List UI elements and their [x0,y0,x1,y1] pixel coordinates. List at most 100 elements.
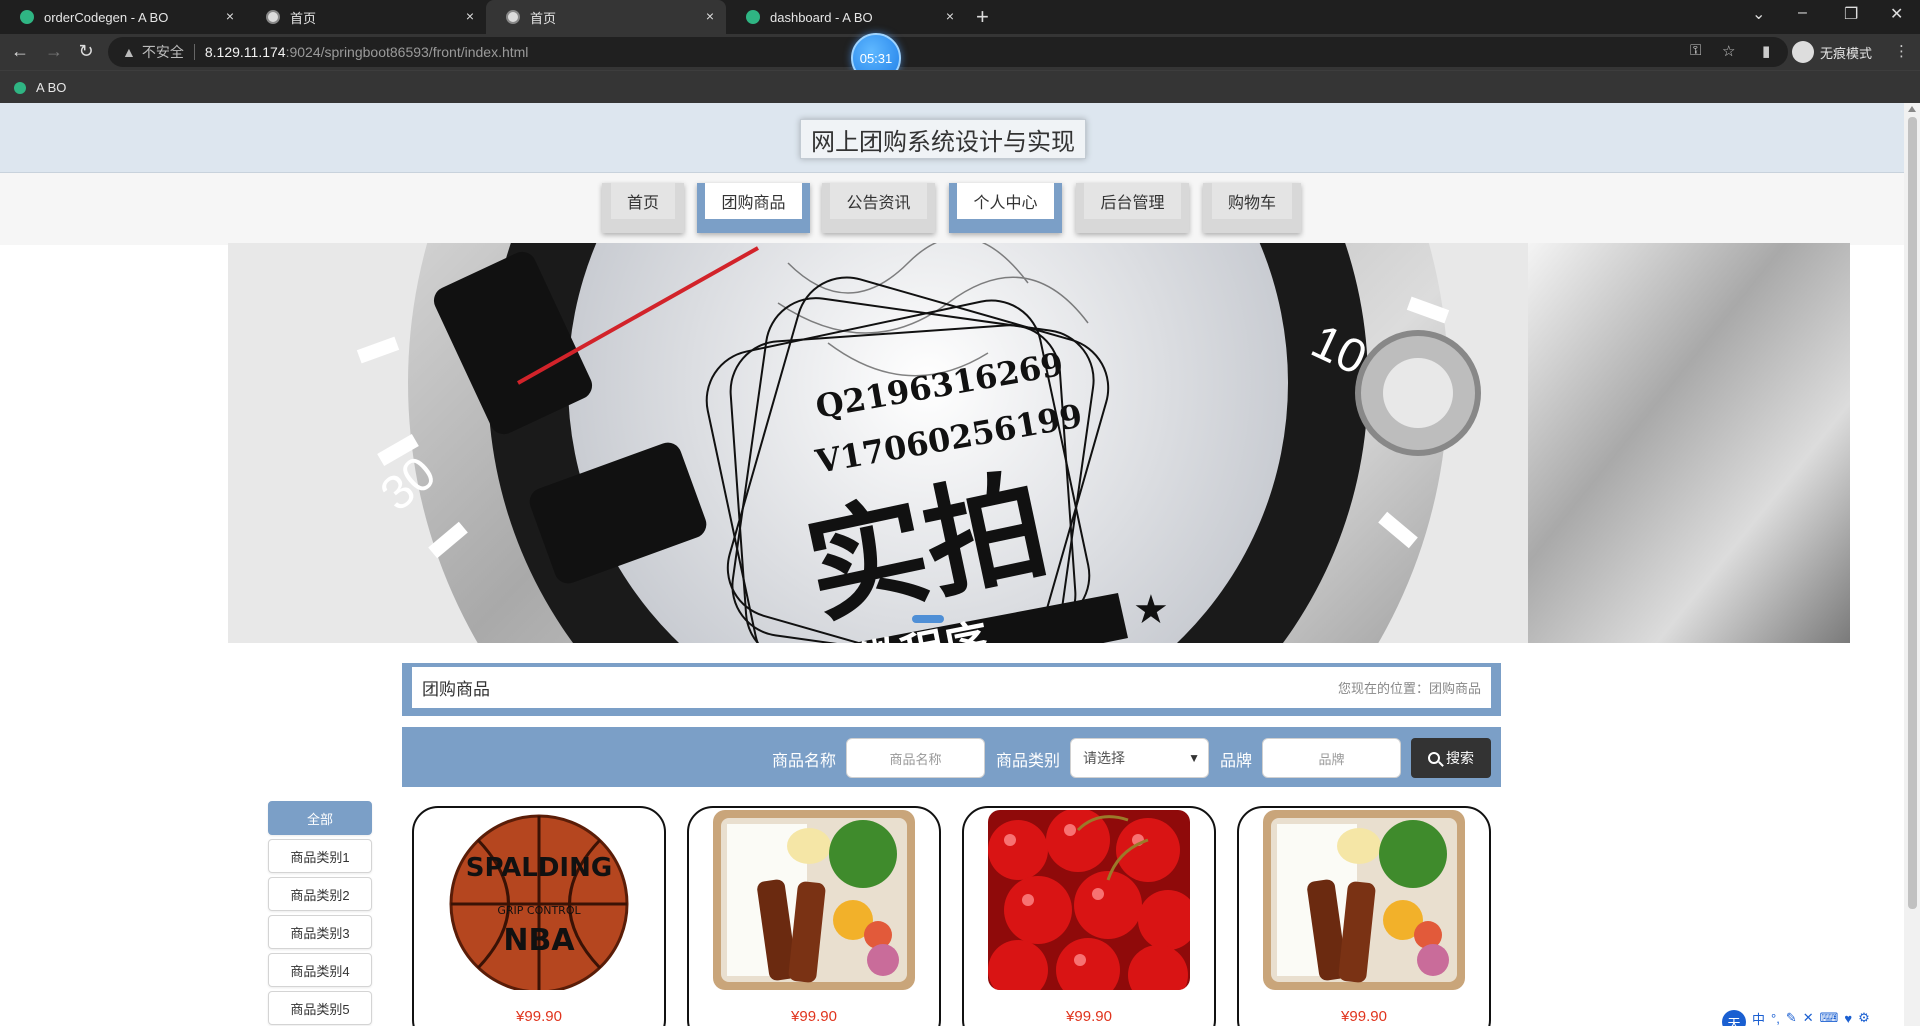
ime-punct-icon[interactable]: °, [1771,1011,1780,1026]
key-icon[interactable]: ⚿ [1690,42,1701,59]
product-card[interactable]: ¥99.90 [687,806,941,1026]
ball-brand-text: SPALDING [466,853,612,883]
minimize-icon[interactable]: – [1798,4,1807,22]
ime-keyboard-icon[interactable]: ⌨ [1820,1010,1839,1026]
close-icon[interactable]: × [706,8,714,24]
menu-label: 后台管理 [1084,183,1181,219]
product-image [1263,810,1465,990]
ime-pen-icon[interactable]: ✎ [1786,1010,1797,1026]
close-icon[interactable]: × [946,8,954,24]
menu-item-profile[interactable]: 个人中心 [949,183,1062,233]
bookmarks-bar: A BO [0,70,1920,103]
ime-tools-icon[interactable]: ✕ [1803,1010,1814,1026]
location-label: 您现在的位置： [1337,681,1429,696]
category-item-all[interactable]: 全部 [268,801,372,835]
site-header: 网上团购系统设计与实现 [0,103,1904,173]
product-card[interactable]: ¥99.90 [1237,806,1491,1026]
incognito-icon [1792,41,1814,63]
page-scrollbar[interactable] [1904,103,1920,1026]
category-item[interactable]: 商品类别5 [268,991,372,1025]
bento-meal-image [713,810,915,990]
ime-toolbar: 天 中 °, ✎ ✕ ⌨ ♥ ⚙ [1722,1010,1920,1026]
back-icon[interactable]: ← [8,41,32,62]
product-name-input[interactable]: 商品名称 [846,738,985,778]
browser-tab[interactable]: dashboard - A BO × [726,0,966,34]
address-bar[interactable]: ▲ 不安全 8.129.11.174 :9024/springboot86593… [108,37,1788,67]
globe-icon [506,10,520,24]
product-card[interactable]: SPALDING GRIP CONTROL NBA ¥99.90 [412,806,666,1026]
menu-item-cart[interactable]: 购物车 [1203,183,1301,233]
ime-mode[interactable]: 中 [1752,1009,1765,1026]
divider [193,44,195,60]
star-icon[interactable]: ☆ [1722,42,1735,60]
category-item[interactable]: 商品类别1 [268,839,372,873]
window-close-icon[interactable]: ✕ [1890,4,1903,24]
new-tab-button[interactable]: + [976,4,989,30]
bookmark-item[interactable]: A BO [14,80,66,95]
green-leaf-icon [14,81,26,94]
product-image [988,810,1190,990]
section-title: 团购商品 [422,680,490,699]
tab-search-icon[interactable]: ⌄ [1752,4,1765,24]
menu-item-admin[interactable]: 后台管理 [1076,183,1189,233]
ball-league-text: NBA [503,923,575,958]
browser-tab[interactable]: orderCodegen - A BO × [0,0,246,34]
tab-title: orderCodegen - A BO [44,9,169,25]
category-select[interactable]: 请选择 ▼ [1070,738,1209,778]
close-icon[interactable]: × [466,8,474,24]
bookmark-label: A BO [36,80,67,95]
product-image [713,810,915,990]
search-button[interactable]: 搜索 [1411,738,1491,778]
product-name-label: 商品名称 [772,753,837,770]
browser-tab-active[interactable]: 首页 × [486,0,726,34]
browser-toolbar: ← → ↻ ▲ 不安全 8.129.11.174 :9024/springboo… [0,34,1920,70]
web-page: 网上团购系统设计与实现 首页 团购商品 公告资讯 个人中心 后台管理 购物车 1… [0,103,1904,1026]
url-host: 8.129.11.174 [204,44,286,60]
menu-label: 个人中心 [957,183,1054,219]
menu-label: 公告资讯 [830,183,927,219]
forward-icon[interactable]: → [42,41,66,62]
menu-item-news[interactable]: 公告资讯 [822,183,935,233]
green-leaf-icon [20,10,34,24]
ime-skin-icon[interactable]: ♥ [1844,1011,1852,1026]
ball-sub-text: GRIP CONTROL [497,904,581,917]
reload-icon[interactable]: ↻ [74,41,98,62]
close-icon[interactable]: × [226,8,234,24]
ime-logo-icon[interactable]: 天 [1722,1010,1746,1026]
url-path: :9024/springboot86593/front/index.html [285,44,529,60]
menu-item-products[interactable]: 团购商品 [697,183,810,233]
product-price: ¥99.90 [516,1008,562,1025]
banner-carousel[interactable]: 10 30 Q2196316269 V17060256199 实拍 ★ [228,243,1850,643]
breadcrumb: 团购商品 您现在的位置：团购商品 [402,663,1501,716]
bento-meal-image [1263,810,1465,990]
category-item[interactable]: 商品类别4 [268,953,372,987]
product-card[interactable]: ¥99.90 [962,806,1216,1026]
product-price: ¥99.90 [791,1008,837,1025]
main-menu: 首页 团购商品 公告资讯 个人中心 后台管理 购物车 [0,173,1904,245]
menu-item-home[interactable]: 首页 [602,183,684,233]
green-leaf-icon [746,10,760,24]
incognito-indicator[interactable]: 无痕模式 [1792,41,1872,63]
category-list: 全部 商品类别1 商品类别2 商品类别3 商品类别4 商品类别5 [268,801,372,1026]
brand-input[interactable]: 品牌 [1262,738,1401,778]
tab-title: dashboard - A BO [770,9,873,25]
scroll-up-icon[interactable] [1908,106,1916,112]
globe-icon [266,10,280,24]
menu-icon[interactable]: ⋮ [1894,42,1909,60]
product-price: ¥99.90 [1066,1008,1112,1025]
category-item[interactable]: 商品类别2 [268,877,372,911]
location-text: 您现在的位置：团购商品 [1338,678,1481,697]
side-panel-icon[interactable]: ▮ [1762,42,1770,60]
cherries-image [988,810,1190,990]
ime-settings-icon[interactable]: ⚙ [1858,1010,1870,1026]
carousel-indicator-active[interactable] [912,615,944,623]
browser-tab[interactable]: 首页 × [246,0,486,34]
search-icon [1428,752,1440,764]
product-image: SPALDING GRIP CONTROL NBA [438,810,640,990]
restore-icon[interactable]: ❐ [1844,4,1858,24]
insecure-label: 不安全 [141,44,184,60]
basketball-image: SPALDING GRIP CONTROL NBA [438,810,640,990]
category-item[interactable]: 商品类别3 [268,915,372,949]
incognito-label: 无痕模式 [1820,45,1873,61]
scrollbar-thumb[interactable] [1908,117,1917,909]
